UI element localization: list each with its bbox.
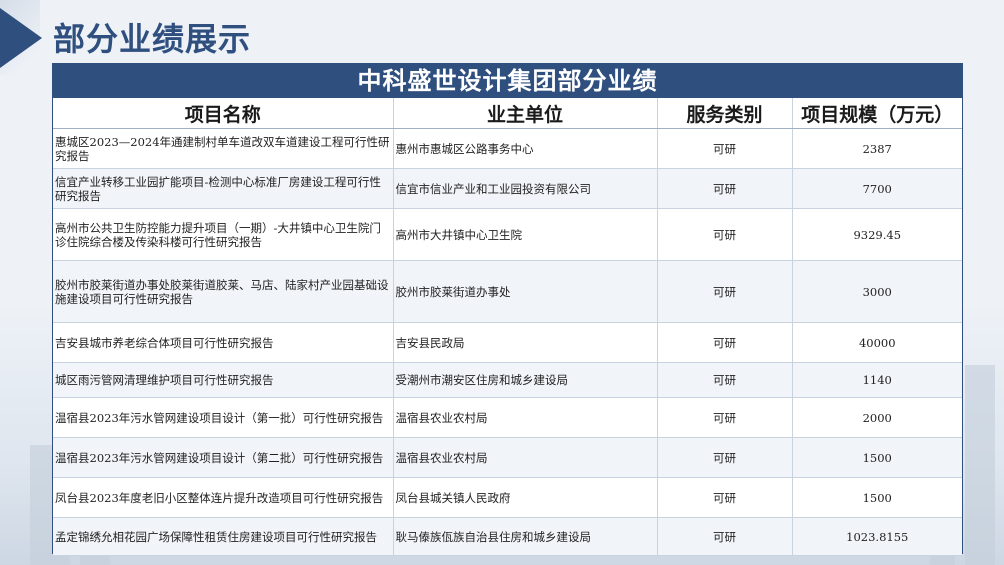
cell-service-type: 可研 xyxy=(657,477,793,518)
cell-owner: 吉安县民政局 xyxy=(393,322,658,363)
cell-project-name: 孟定锦绣允相花园广场保障性租赁住房建设项目可行性研究报告 xyxy=(53,517,394,556)
cell-service-type: 可研 xyxy=(657,260,793,323)
cell-service-type: 可研 xyxy=(657,437,793,478)
table-row: 孟定锦绣允相花园广场保障性租赁住房建设项目可行性研究报告 耿马傣族佤族自治县住房… xyxy=(53,517,962,556)
table-caption: 中科盛世设计集团部分业绩 xyxy=(53,64,962,98)
cell-project-name: 温宿县2023年污水管网建设项目设计（第一批）可行性研究报告 xyxy=(53,397,394,438)
table-row: 温宿县2023年污水管网建设项目设计（第二批）可行性研究报告 温宿县农业农村局 … xyxy=(53,437,962,478)
cell-project-scale: 9329.45 xyxy=(792,208,962,261)
cell-project-name: 高州市公共卫生防控能力提升项目（一期）-大井镇中心卫生院门诊住院综合楼及传染科楼… xyxy=(53,208,394,261)
cell-service-type: 可研 xyxy=(657,362,793,398)
table-row: 凤台县2023年度老旧小区整体连片提升改造项目可行性研究报告 凤台县城关镇人民政… xyxy=(53,477,962,518)
header-service-type: 服务类别 xyxy=(657,98,793,129)
table-row: 温宿县2023年污水管网建设项目设计（第一批）可行性研究报告 温宿县农业农村局 … xyxy=(53,397,962,438)
table-row: 城区雨污管网清理维护项目可行性研究报告 受潮州市潮安区住房和城乡建设局 可研 1… xyxy=(53,362,962,398)
cell-project-scale: 40000 xyxy=(792,322,962,363)
cell-project-scale: 1500 xyxy=(792,437,962,478)
cell-project-name: 温宿县2023年污水管网建设项目设计（第二批）可行性研究报告 xyxy=(53,437,394,478)
cell-project-name: 凤台县2023年度老旧小区整体连片提升改造项目可行性研究报告 xyxy=(53,477,394,518)
cell-owner: 信宜市信业产业和工业园投资有限公司 xyxy=(393,168,658,209)
cell-project-scale: 1140 xyxy=(792,362,962,398)
performance-table: 项目名称 业主单位 服务类别 项目规模（万元） 惠城区2023—2024年通建制… xyxy=(53,98,962,556)
cell-project-scale: 3000 xyxy=(792,260,962,323)
header-owner: 业主单位 xyxy=(393,98,658,129)
cell-project-scale: 1023.8155 xyxy=(792,517,962,556)
performance-table-card: 中科盛世设计集团部分业绩 项目名称 业主单位 服务类别 项目规模（万元） 惠城区… xyxy=(52,63,963,556)
table-row: 吉安县城市养老综合体项目可行性研究报告 吉安县民政局 可研 40000 xyxy=(53,322,962,363)
cell-project-scale: 7700 xyxy=(792,168,962,209)
cell-owner: 受潮州市潮安区住房和城乡建设局 xyxy=(393,362,658,398)
triangle-arrow-icon xyxy=(0,8,42,68)
cell-service-type: 可研 xyxy=(657,322,793,363)
page-title: 部分业绩展示 xyxy=(53,20,252,58)
cell-owner: 温宿县农业农村局 xyxy=(393,437,658,478)
cell-service-type: 可研 xyxy=(657,517,793,556)
cell-owner: 耿马傣族佤族自治县住房和城乡建设局 xyxy=(393,517,658,556)
cell-owner: 惠州市惠城区公路事务中心 xyxy=(393,128,658,169)
cell-project-name: 信宜产业转移工业园扩能项目-检测中心标准厂房建设工程可行性研究报告 xyxy=(53,168,394,209)
header-project-name: 项目名称 xyxy=(53,98,394,129)
cell-service-type: 可研 xyxy=(657,128,793,169)
cell-service-type: 可研 xyxy=(657,208,793,261)
table-row: 高州市公共卫生防控能力提升项目（一期）-大井镇中心卫生院门诊住院综合楼及传染科楼… xyxy=(53,208,962,261)
cell-owner: 温宿县农业农村局 xyxy=(393,397,658,438)
cell-project-name: 惠城区2023—2024年通建制村单车道改双车道建设工程可行性研究报告 xyxy=(53,128,394,169)
cell-owner: 凤台县城关镇人民政府 xyxy=(393,477,658,518)
cell-project-scale: 2000 xyxy=(792,397,962,438)
cell-project-name: 城区雨污管网清理维护项目可行性研究报告 xyxy=(53,362,394,398)
header-project-scale: 项目规模（万元） xyxy=(792,98,962,129)
cell-project-name: 吉安县城市养老综合体项目可行性研究报告 xyxy=(53,322,394,363)
table-header-row: 项目名称 业主单位 服务类别 项目规模（万元） xyxy=(53,98,962,129)
table-row: 信宜产业转移工业园扩能项目-检测中心标准厂房建设工程可行性研究报告 信宜市信业产… xyxy=(53,168,962,209)
cell-project-scale: 2387 xyxy=(792,128,962,169)
cell-service-type: 可研 xyxy=(657,397,793,438)
cell-project-name: 胶州市胶莱街道办事处胶莱街道胶莱、马店、陆家村产业园基础设施建设项目可行性研究报… xyxy=(53,260,394,323)
table-row: 惠城区2023—2024年通建制村单车道改双车道建设工程可行性研究报告 惠州市惠… xyxy=(53,128,962,169)
cell-owner: 高州市大井镇中心卫生院 xyxy=(393,208,658,261)
cell-service-type: 可研 xyxy=(657,168,793,209)
cell-owner: 胶州市胶莱街道办事处 xyxy=(393,260,658,323)
cell-project-scale: 1500 xyxy=(792,477,962,518)
table-row: 胶州市胶莱街道办事处胶莱街道胶莱、马店、陆家村产业园基础设施建设项目可行性研究报… xyxy=(53,260,962,323)
